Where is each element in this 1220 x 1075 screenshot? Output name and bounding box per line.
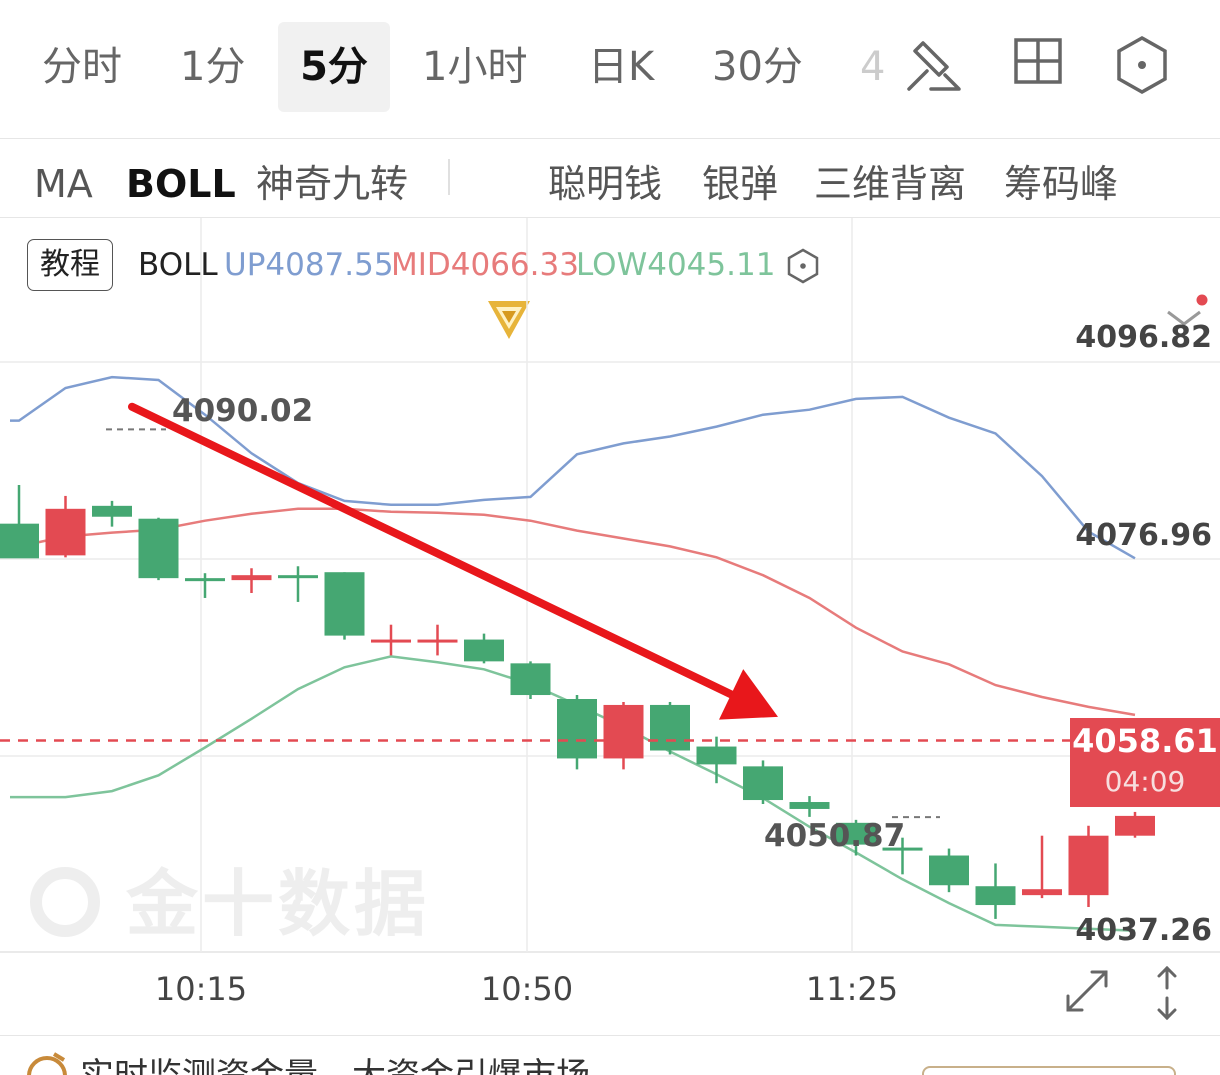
alarm-clock-icon (27, 1052, 67, 1075)
price-axis-label: 4076.96 (1075, 518, 1212, 553)
indicator-3d-divergence[interactable]: 三维背离 (814, 139, 966, 229)
tutorial-button[interactable]: 教程 (27, 239, 113, 291)
candle-down (650, 704, 690, 751)
candle-down (929, 855, 969, 886)
bottom-banner[interactable]: 实时监测资金量，大资金引爆市场 (0, 1035, 1220, 1075)
candle-up (1115, 815, 1155, 836)
candle-up (1068, 835, 1109, 896)
tab-5min[interactable]: 5分 (278, 22, 390, 112)
candle-down (557, 699, 597, 759)
indicator-bar: MA BOLL 神奇九转 聪明钱 银弹 三维背离 筹码峰 (0, 139, 1220, 339)
tab-overflow-hint: 4 (860, 44, 886, 90)
candle-up (231, 575, 272, 581)
candle-down (138, 518, 179, 579)
time-axis-label: 11:25 (805, 970, 899, 1008)
fullscreen-expand-icon[interactable] (1062, 966, 1112, 1016)
tab-daily-k[interactable]: 日K (588, 22, 654, 112)
time-axis-label: 10:50 (480, 970, 574, 1008)
candle-down (92, 505, 132, 517)
boll-middle-line (10, 507, 1136, 717)
candle-up (1022, 889, 1062, 896)
candle-down (0, 523, 39, 559)
settings-hexagon-icon[interactable] (1115, 35, 1169, 95)
candle-down (789, 802, 830, 809)
candle-down (185, 578, 225, 582)
banner-text: 实时监测资金量，大资金引爆市场 (80, 1048, 590, 1075)
candle-down (696, 746, 737, 765)
tab-1min[interactable]: 1分 (180, 22, 245, 112)
candle-up (45, 508, 86, 556)
tab-timeshare[interactable]: 分时 (42, 22, 122, 112)
layout-grid-icon[interactable] (1013, 35, 1063, 87)
trend-arrow-shaft (128, 402, 736, 699)
current-price: 4058.61 (1072, 722, 1218, 760)
tab-30min[interactable]: 30分 (712, 22, 803, 112)
indicator-smart-money[interactable]: 聪明钱 (548, 139, 662, 229)
indicator-nine-turn[interactable]: 神奇九转 (256, 139, 408, 229)
candle-up (603, 704, 644, 759)
boll-settings-icon[interactable] (786, 248, 820, 284)
candle-countdown: 04:09 (1104, 765, 1186, 798)
candle-down (975, 886, 1016, 906)
watermark-logo: 金十数据 (30, 845, 430, 950)
divider (448, 159, 450, 195)
candle-down (743, 766, 783, 801)
draw-tool-icon[interactable] (905, 35, 965, 97)
candle-down (464, 639, 504, 662)
timeframe-bar: 分时 1分 5分 1小时 日K 30分 4 (0, 0, 1220, 139)
candle-up (371, 639, 411, 643)
price-axis-label: 4037.26 (1075, 913, 1212, 948)
candle-down (510, 663, 551, 696)
tab-1hour[interactable]: 1小时 (422, 22, 527, 112)
time-axis-label: 10:15 (154, 970, 248, 1008)
candle-down (278, 575, 318, 579)
indicator-ma[interactable]: MA (34, 139, 93, 229)
indicator-silver-bullet[interactable]: 银弹 (702, 139, 778, 229)
boll-legend-mid: MID4066.33 (391, 247, 579, 283)
boll-legend-name: BOLL (138, 247, 218, 283)
current-price-tag: 4058.61 04:09 (1070, 718, 1220, 807)
price-axis-label: 4096.82 (1075, 320, 1212, 355)
vertical-scale-icon[interactable] (1152, 964, 1182, 1022)
low-annotation: 4050.87 (764, 818, 906, 854)
chart-grid (0, 218, 1220, 953)
candle-up (417, 639, 458, 643)
candle-down (324, 572, 365, 636)
boll-legend-low: LOW4045.11 (576, 247, 776, 283)
boll-legend-up: UP4087.55 (224, 247, 394, 283)
indicator-boll[interactable]: BOLL (126, 139, 236, 229)
indicator-chip-peak[interactable]: 筹码峰 (1004, 139, 1118, 229)
high-annotation: 4090.02 (172, 393, 314, 429)
watermark-logo-icon (30, 867, 100, 937)
